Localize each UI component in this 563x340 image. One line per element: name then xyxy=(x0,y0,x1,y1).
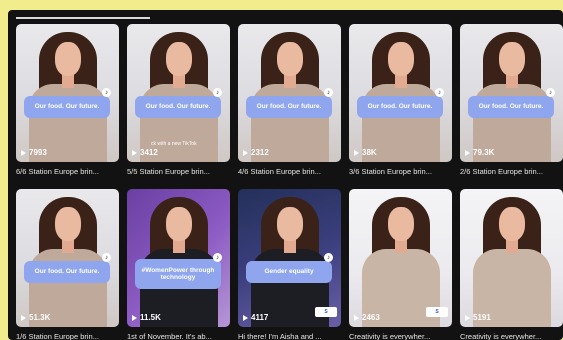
view-count-value: 2463 xyxy=(362,313,380,322)
caption-pill: Our food. Our future. xyxy=(468,96,554,118)
caption-pill: Our food. Our future. xyxy=(357,96,443,118)
play-icon xyxy=(465,314,470,321)
play-icon xyxy=(354,314,359,321)
video-title[interactable]: 1/6 Station Europe brin... xyxy=(16,332,119,340)
presenter-face xyxy=(276,42,303,76)
tiktok-badge-icon: ♪ xyxy=(546,88,555,97)
video-card[interactable]: Our food. Our future. ♪ ck with a new TikT… xyxy=(127,24,230,176)
tiktok-badge-icon: ♪ xyxy=(213,88,222,97)
view-count-value: 79.3K xyxy=(473,148,495,157)
view-count-value: 2312 xyxy=(251,148,269,157)
video-thumbnail[interactable]: Our food. Our future. ♪ 51.3K xyxy=(16,189,119,327)
play-icon xyxy=(21,149,26,156)
video-card[interactable]: Our food. Our future. ♪ 51.3K 1/6 Station E… xyxy=(16,189,119,340)
tiktok-badge-icon: ♪ xyxy=(435,88,444,97)
play-icon xyxy=(243,314,248,321)
play-icon xyxy=(465,149,470,156)
view-count: 11.5K xyxy=(132,313,161,322)
presenter-face xyxy=(276,207,303,241)
overlay-text: ck with a new TikTok xyxy=(151,141,197,147)
video-card[interactable]: Our food. Our future. ♪ 7993 6/6 Station Eu… xyxy=(16,24,119,176)
view-count: 38K xyxy=(354,148,377,157)
view-count: 5191 xyxy=(465,313,491,322)
presenter-face xyxy=(387,42,414,76)
play-icon xyxy=(132,149,137,156)
video-title[interactable]: 3/6 Station Europe brin... xyxy=(349,167,452,176)
video-title[interactable]: 4/6 Station Europe brin... xyxy=(238,167,341,176)
play-icon xyxy=(243,149,248,156)
view-count: 2312 xyxy=(243,148,269,157)
video-thumbnail[interactable]: Gender equality ♪ S 4117 xyxy=(238,189,341,327)
video-card[interactable]: Gender equality ♪ S 4117 Hi there! I'm Aisha… xyxy=(238,189,341,340)
video-thumbnail[interactable]: Our food. Our future. ♪ 7993 xyxy=(16,24,119,162)
video-title[interactable]: 1st of November. It's ab... xyxy=(127,332,230,340)
brand-logo: S xyxy=(426,307,448,317)
video-card[interactable]: Our food. Our future. ♪ 38K 3/6 Station Eur… xyxy=(349,24,452,176)
video-card[interactable]: #WomenPower through technology ♪ 11.5K 1st … xyxy=(127,189,230,340)
view-count: 4117 xyxy=(243,313,268,322)
view-count: 79.3K xyxy=(465,148,494,157)
presenter-face xyxy=(498,42,525,76)
video-title[interactable]: 5/5 Station Europe brin... xyxy=(127,167,230,176)
presenter-face xyxy=(498,207,525,241)
view-count-value: 51.3K xyxy=(29,313,51,322)
presenter-face xyxy=(165,42,192,76)
video-title[interactable]: Creativity is everywher... xyxy=(460,332,563,340)
video-thumbnail[interactable]: Our food. Our future. ♪ 38K xyxy=(349,24,452,162)
view-count-value: 3412 xyxy=(140,148,158,157)
caption-pill: Our food. Our future. xyxy=(24,261,110,283)
video-title[interactable]: 6/6 Station Europe brin... xyxy=(16,167,119,176)
view-count-value: 38K xyxy=(362,148,377,157)
video-thumbnail[interactable]: Our food. Our future. ♪ 2312 xyxy=(238,24,341,162)
presenter-face xyxy=(54,42,81,76)
tiktok-badge-icon: ♪ xyxy=(102,88,111,97)
play-icon xyxy=(21,314,26,321)
brand-logo: S xyxy=(315,307,337,317)
presenter-face xyxy=(165,207,192,241)
video-title[interactable]: 2/6 Station Europe brin... xyxy=(460,167,563,176)
caption-pill: #WomenPower through technology xyxy=(135,259,221,289)
view-count: 51.3K xyxy=(21,313,50,322)
presenter-face xyxy=(54,207,81,241)
caption-pill: Our food. Our future. xyxy=(135,96,221,118)
caption-pill: Gender equality xyxy=(246,261,332,283)
view-count: 2463 xyxy=(354,313,380,322)
view-count-value: 11.5K xyxy=(140,313,161,322)
video-thumbnail[interactable]: Our food. Our future. ♪ 79.3K xyxy=(460,24,563,162)
tiktok-badge-icon: ♪ xyxy=(324,88,333,97)
video-title[interactable]: Creativity is everywher... xyxy=(349,332,452,340)
video-card[interactable]: 5191 Creativity is everywher... xyxy=(460,189,563,340)
active-tab-indicator xyxy=(16,17,150,19)
view-count-value: 5191 xyxy=(473,313,491,322)
tiktok-badge-icon: ♪ xyxy=(102,253,111,262)
video-thumbnail[interactable]: #WomenPower through technology ♪ 11.5K xyxy=(127,189,230,327)
play-icon xyxy=(354,149,359,156)
video-card[interactable]: Our food. Our future. ♪ 79.3K 2/6 Station E… xyxy=(460,24,563,176)
video-thumbnail[interactable]: S 2463 xyxy=(349,189,452,327)
view-count: 3412 xyxy=(132,148,158,157)
view-count-value: 4117 xyxy=(251,313,269,322)
caption-pill: Our food. Our future. xyxy=(246,96,332,118)
video-thumbnail[interactable]: Our food. Our future. ♪ ck with a new TikT… xyxy=(127,24,230,162)
tiktok-badge-icon: ♪ xyxy=(213,253,222,262)
play-icon xyxy=(132,314,137,321)
tiktok-badge-icon: ♪ xyxy=(324,253,333,262)
video-thumbnail[interactable]: 5191 xyxy=(460,189,563,327)
video-grid-panel: Our food. Our future. ♪ 7993 6/6 Station Eu… xyxy=(8,10,563,340)
caption-pill: Our food. Our future. xyxy=(24,96,110,118)
video-card[interactable]: Our food. Our future. ♪ 2312 4/6 Station Eu… xyxy=(238,24,341,176)
video-title[interactable]: Hi there! I'm Aisha and ... xyxy=(238,332,341,340)
view-count-value: 7993 xyxy=(29,148,47,157)
video-card[interactable]: S 2463 Creativity is everywher... xyxy=(349,189,452,340)
presenter-face xyxy=(387,207,414,241)
view-count: 7993 xyxy=(21,148,47,157)
